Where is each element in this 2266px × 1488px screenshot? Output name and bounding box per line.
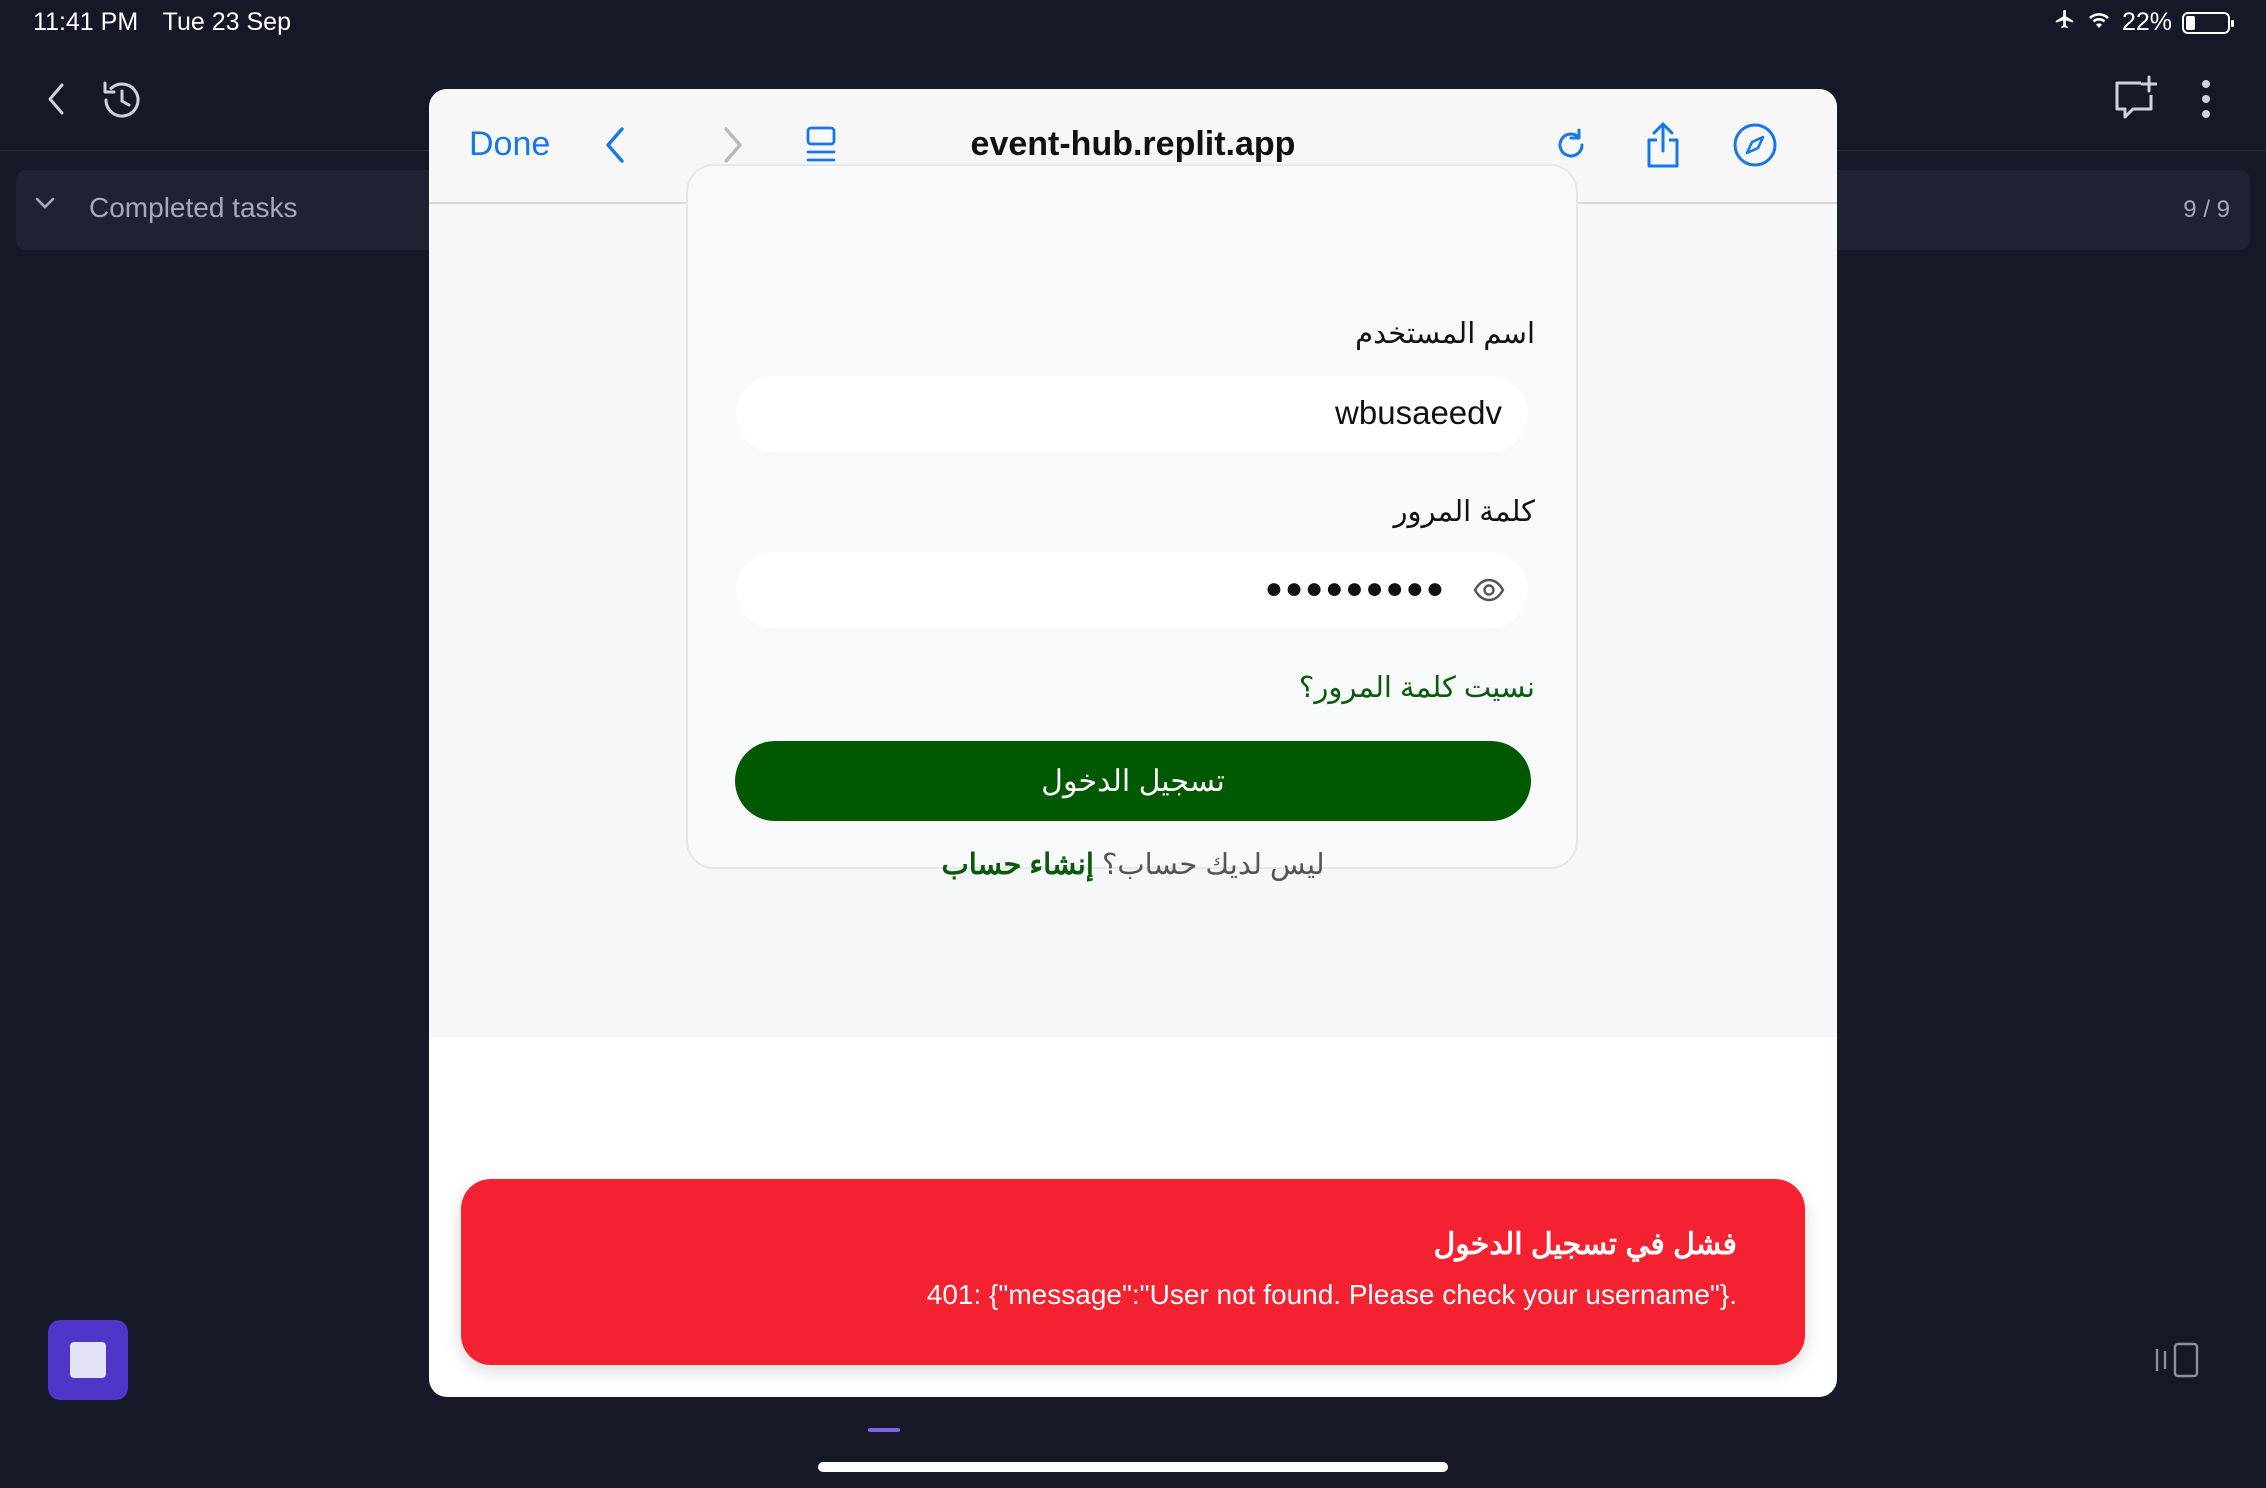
safari-icon[interactable] bbox=[1727, 117, 1783, 173]
wifi-icon bbox=[2086, 8, 2112, 37]
home-indicator[interactable] bbox=[818, 1462, 1448, 1472]
status-bar-right: 22% bbox=[2054, 8, 2234, 37]
login-button[interactable]: تسجيل الدخول bbox=[735, 741, 1531, 821]
history-icon[interactable] bbox=[96, 74, 148, 126]
url-bar[interactable]: event-hub.replit.app bbox=[429, 125, 1837, 164]
forgot-password-link[interactable]: نسيت كلمة المرور؟ bbox=[1299, 670, 1535, 705]
status-bar-left: 11:41 PM Tue 23 Sep bbox=[33, 8, 309, 37]
browser-sheet: Done event-hub.replit.app اسم المستخدم w… bbox=[429, 89, 1837, 1397]
completed-tasks-label: Completed tasks bbox=[89, 192, 298, 223]
share-icon[interactable] bbox=[1635, 117, 1691, 173]
completed-tasks-count: 9 / 9 bbox=[2183, 196, 2230, 223]
panel-toggle-icon[interactable] bbox=[2154, 1338, 2202, 1382]
signup-prompt: ليس لديك حساب؟ bbox=[1101, 849, 1325, 881]
new-chat-icon[interactable] bbox=[2108, 72, 2160, 124]
battery-icon bbox=[2182, 11, 2234, 34]
username-label: اسم المستخدم bbox=[1355, 318, 1535, 350]
error-toast[interactable]: فشل في تسجيل الدخول 401: {"message":"Use… bbox=[461, 1179, 1805, 1365]
username-field[interactable]: wbusaeedv bbox=[736, 376, 1528, 452]
chevron-down-icon bbox=[34, 196, 56, 210]
stop-button[interactable] bbox=[48, 1320, 128, 1400]
password-label: كلمة المرور bbox=[1393, 496, 1535, 528]
eye-icon[interactable] bbox=[1472, 574, 1506, 611]
password-field[interactable]: ●●●●●●●●● bbox=[736, 552, 1528, 628]
battery-percent: 22% bbox=[2121, 8, 2172, 36]
password-mask: ●●●●●●●●● bbox=[1264, 572, 1446, 605]
status-time: 11:41 PM bbox=[33, 8, 139, 36]
error-toast-title: فشل في تسجيل الدخول bbox=[1433, 1228, 1738, 1261]
web-page: اسم المستخدم wbusaeedv كلمة المرور ●●●●●… bbox=[429, 164, 1837, 1037]
more-icon[interactable] bbox=[2190, 76, 2222, 122]
signup-link[interactable]: إنشاء حساب bbox=[941, 849, 1093, 881]
stop-icon bbox=[70, 1342, 106, 1378]
sheet-grabber[interactable] bbox=[868, 1428, 900, 1432]
error-toast-message: 401: {"message":"User not found. Please … bbox=[926, 1279, 1737, 1310]
status-date: Tue 23 Sep bbox=[162, 8, 291, 36]
username-value: wbusaeedv bbox=[1335, 394, 1502, 431]
airplane-icon bbox=[2054, 8, 2076, 37]
back-icon[interactable] bbox=[38, 78, 74, 120]
signup-row: ليس لديك حساب؟ إنشاء حساب bbox=[429, 847, 1837, 882]
